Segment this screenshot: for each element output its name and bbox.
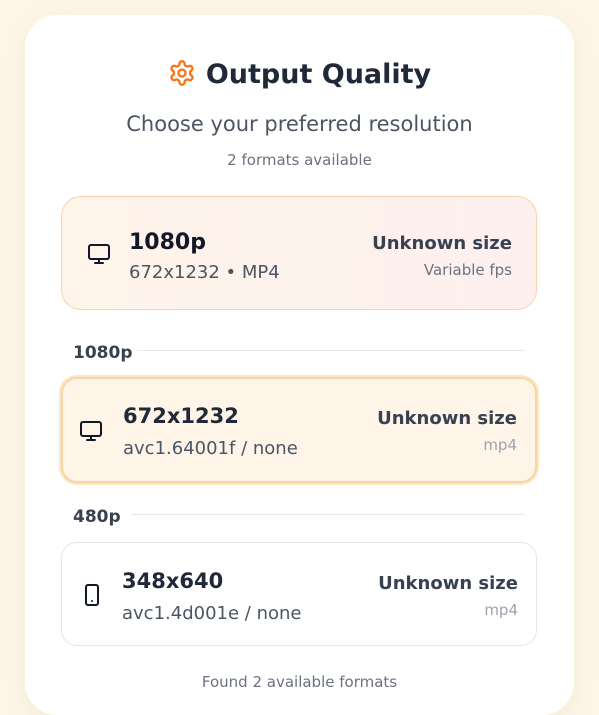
- selected-resolution: 1080p: [129, 230, 206, 255]
- selected-detail: 672x1232 • MP4: [129, 262, 280, 283]
- group-label-480p: 480p: [73, 507, 121, 527]
- page-title: Output Quality: [25, 58, 574, 92]
- format-option-480p[interactable]: 348x640 avc1.4d001e / none Unknown size …: [61, 542, 537, 646]
- option-size: Unknown size: [377, 408, 517, 429]
- format-option-1080p[interactable]: 672x1232 avc1.64001f / none Unknown size…: [61, 377, 537, 483]
- option-extension: mp4: [483, 436, 517, 454]
- group-label-1080p: 1080p: [73, 343, 133, 363]
- group-divider: [132, 514, 525, 515]
- group-divider: [137, 350, 525, 351]
- title-text: Output Quality: [205, 59, 432, 90]
- monitor-icon: [88, 244, 110, 264]
- option-codec: avc1.64001f / none: [123, 438, 298, 459]
- selected-fps: Variable fps: [423, 261, 512, 279]
- footer-status: Found 2 available formats: [201, 673, 398, 691]
- output-quality-card: Output Quality Choose your preferred res…: [25, 15, 574, 715]
- option-extension: mp4: [484, 601, 518, 619]
- gear-icon: [170, 60, 194, 86]
- option-resolution: 672x1232: [123, 404, 239, 428]
- option-resolution: 348x640: [122, 569, 224, 593]
- subtitle: Choose your preferred resolution: [126, 112, 473, 136]
- phone-icon: [85, 584, 99, 606]
- selected-size: Unknown size: [372, 233, 512, 254]
- selected-format-card[interactable]: 1080p 672x1232 • MP4 Unknown size Variab…: [61, 196, 537, 310]
- monitor-icon: [80, 421, 102, 441]
- option-codec: avc1.4d001e / none: [122, 603, 302, 624]
- option-size: Unknown size: [378, 573, 518, 594]
- format-count: 2 formats available: [227, 151, 372, 169]
